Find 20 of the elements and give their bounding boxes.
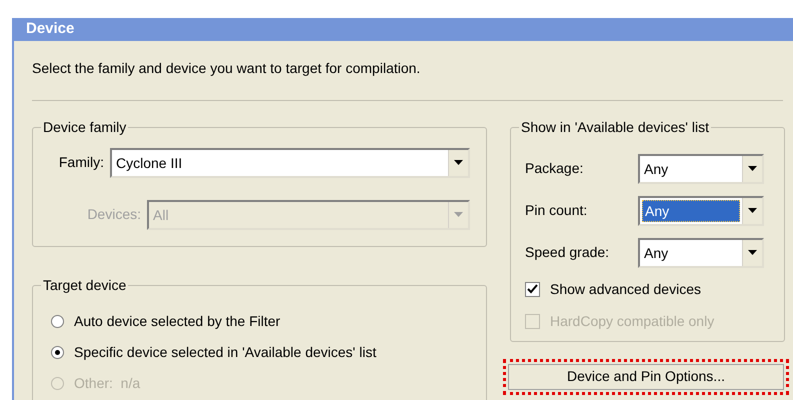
radio-label: Specific device selected in 'Available devices' list bbox=[74, 342, 376, 362]
window-title: Device bbox=[26, 19, 74, 39]
instruction-text: Select the family and device you want to target for compilation. bbox=[32, 60, 420, 76]
radio-button[interactable] bbox=[51, 346, 64, 358]
dropdown-field[interactable]: Any bbox=[638, 196, 764, 226]
dropdown-field[interactable]: Any bbox=[638, 154, 764, 184]
radio-label: Auto device selected by the Filter bbox=[74, 312, 280, 331]
checkbox-label: HardCopy compatible only bbox=[550, 312, 714, 331]
checkbox-label: Show advanced devices bbox=[550, 280, 701, 299]
radio-button[interactable] bbox=[51, 314, 64, 328]
checkbox[interactable] bbox=[525, 282, 540, 297]
dropdown-field[interactable]: Cyclone III bbox=[110, 148, 470, 178]
field-label: Speed grade: bbox=[525, 243, 610, 262]
dropdown-field[interactable]: Any bbox=[638, 238, 764, 268]
field-label: Pin count: bbox=[525, 201, 588, 220]
field-label: Devices: bbox=[87, 205, 141, 224]
field-label: Package: bbox=[525, 159, 584, 178]
device-pin-options-button[interactable]: Device and Pin Options... bbox=[508, 364, 784, 390]
field-label: Family: bbox=[58, 153, 104, 172]
radio-label: Other: n/a bbox=[74, 374, 140, 392]
